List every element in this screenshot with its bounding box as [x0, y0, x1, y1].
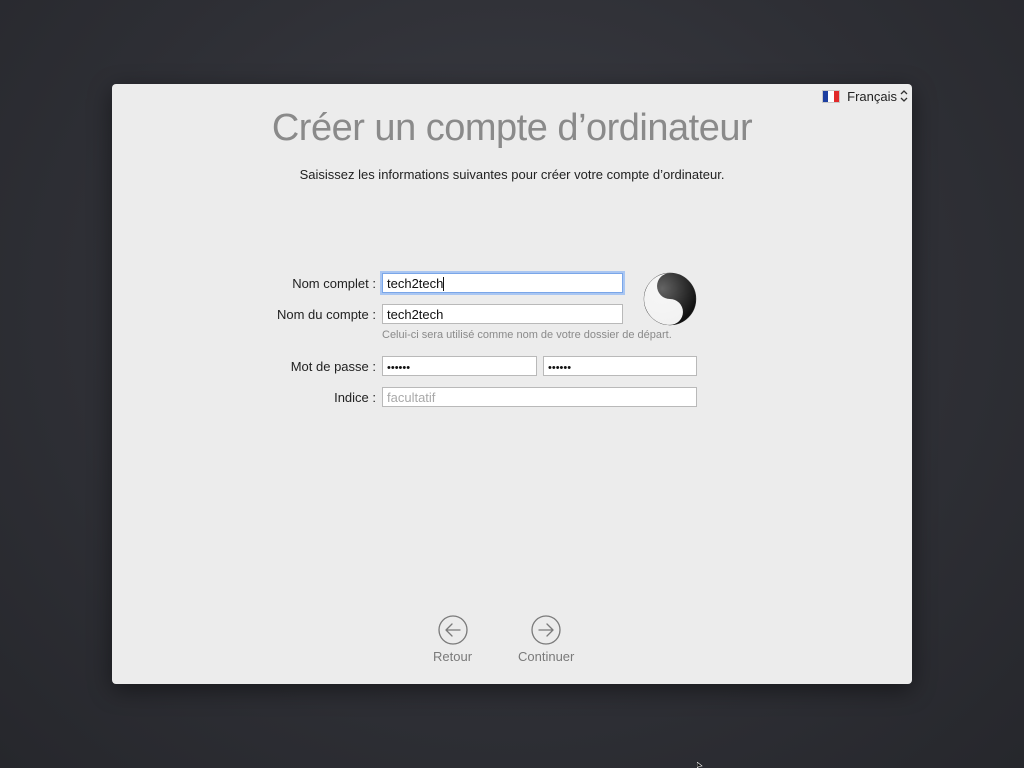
- password-verify-field[interactable]: ••••••: [543, 356, 697, 376]
- yin-yang-icon[interactable]: [643, 272, 697, 326]
- french-flag-icon: [822, 89, 841, 103]
- hint-placeholder: facultatif: [387, 390, 436, 405]
- account-name-label: Nom du compte :: [277, 307, 376, 322]
- setup-window: Français Créer un compte d’ordinateur Sa…: [112, 84, 912, 684]
- back-label: Retour: [433, 649, 473, 664]
- account-name-help: Celui-ci sera utilisé comme nom de votre…: [382, 329, 672, 341]
- password-value: ••••••: [387, 362, 411, 374]
- password-field[interactable]: ••••••: [382, 356, 537, 376]
- continue-label: Continuer: [518, 649, 575, 664]
- text-caret: [443, 277, 445, 291]
- hint-field[interactable]: facultatif: [382, 387, 697, 407]
- continue-button[interactable]: Continuer: [518, 615, 574, 664]
- account-name-value: tech2tech: [387, 307, 444, 322]
- updown-chevron-icon: [900, 90, 908, 102]
- mouse-pointer-icon: [697, 762, 703, 768]
- language-label: Français: [847, 88, 897, 104]
- full-name-label: Nom complet :: [292, 276, 376, 291]
- account-name-field[interactable]: tech2tech: [382, 304, 623, 324]
- arrow-left-circle-icon: [437, 615, 468, 645]
- back-button[interactable]: Retour: [433, 615, 472, 664]
- page-subtitle: Saisissez les informations suivantes pou…: [299, 167, 725, 182]
- hint-label: Indice :: [334, 390, 376, 405]
- full-name-value: tech2tech: [387, 276, 444, 291]
- language-selector[interactable]: Français: [822, 88, 908, 104]
- password-verify-value: ••••••: [548, 362, 572, 374]
- arrow-right-circle-icon: [531, 615, 561, 645]
- password-label: Mot de passe :: [290, 359, 376, 374]
- page-title: Créer un compte d’ordinateur: [271, 107, 753, 149]
- full-name-field[interactable]: tech2tech: [382, 273, 623, 293]
